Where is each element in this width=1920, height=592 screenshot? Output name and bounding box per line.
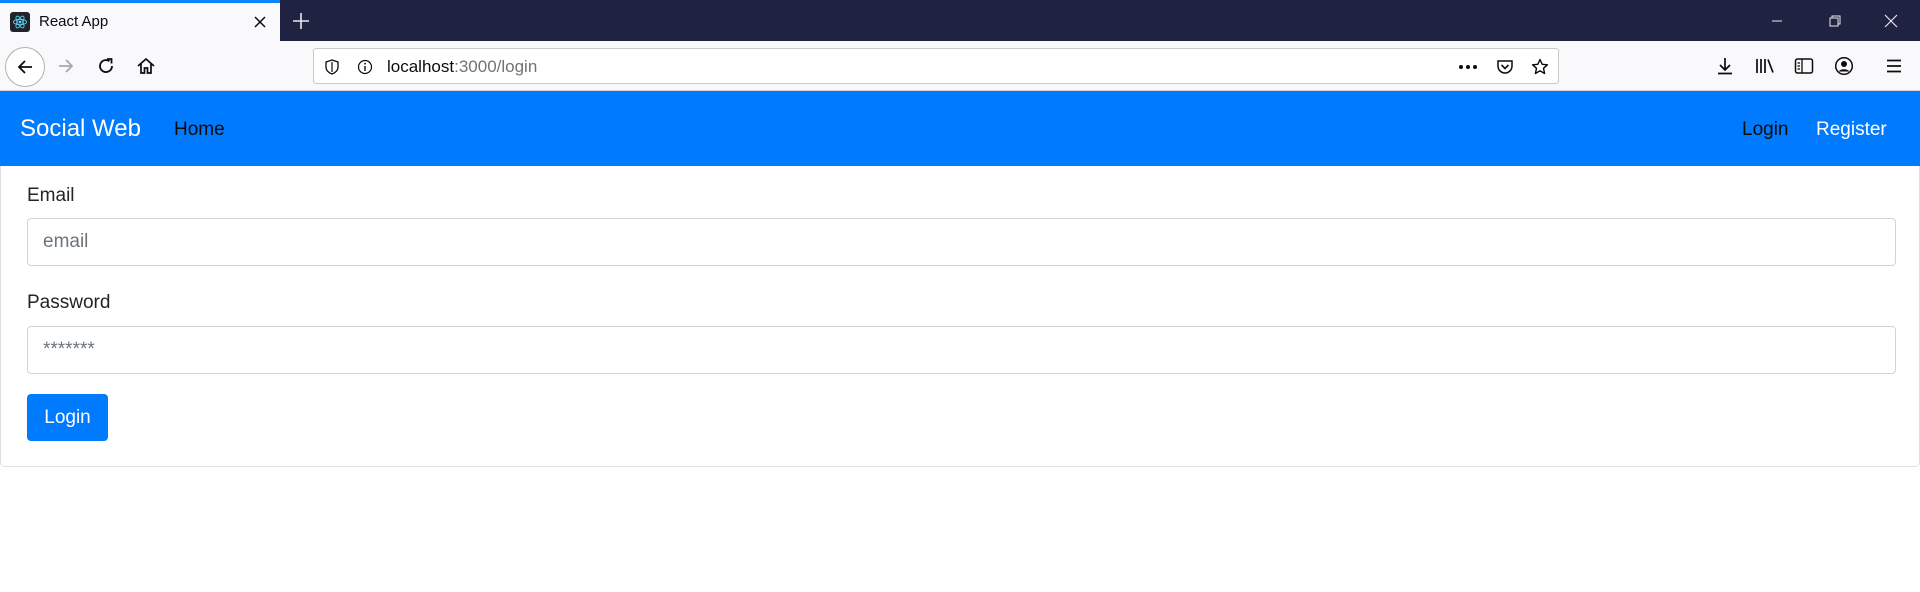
restore-icon[interactable] [1806, 0, 1864, 41]
site-info-icon[interactable] [354, 56, 376, 78]
browser-tab[interactable]: React App [0, 0, 280, 41]
app-navbar: Social Web Home Login Register [0, 91, 1920, 166]
sidebar-icon[interactable] [1788, 50, 1820, 82]
more-dots-icon[interactable] [1457, 56, 1479, 78]
window-close-icon[interactable] [1862, 0, 1920, 41]
url-path: :3000/login [454, 57, 538, 76]
react-atom-icon [10, 12, 30, 32]
forward-arrow-icon[interactable] [50, 50, 82, 82]
nav-link-register[interactable]: Register [1816, 119, 1887, 141]
new-tab-plus-icon[interactable] [288, 8, 314, 34]
home-icon[interactable] [130, 50, 162, 82]
reload-icon[interactable] [90, 50, 122, 82]
pocket-icon[interactable] [1494, 56, 1516, 78]
email-input[interactable] [27, 218, 1896, 266]
url-bar[interactable]: localhost:3000/login [313, 48, 1559, 84]
bookmark-star-icon[interactable] [1529, 56, 1551, 78]
login-form-card: Email Password Login [0, 166, 1920, 467]
browser-tab-strip: React App [0, 0, 1920, 41]
tab-title: React App [39, 13, 109, 30]
tracking-shield-icon[interactable] [321, 56, 343, 78]
account-icon[interactable] [1828, 50, 1860, 82]
login-submit-button[interactable]: Login [27, 394, 108, 441]
url-text: localhost:3000/login [387, 57, 537, 77]
password-label: Password [27, 292, 111, 313]
library-icon[interactable] [1749, 50, 1781, 82]
minimize-icon[interactable] [1748, 0, 1806, 41]
back-arrow-icon[interactable] [5, 47, 45, 87]
url-host: localhost [387, 57, 455, 76]
email-label: Email [27, 185, 75, 206]
download-icon[interactable] [1709, 50, 1741, 82]
tab-close-icon[interactable] [250, 12, 270, 32]
password-input[interactable] [27, 326, 1896, 374]
browser-toolbar: localhost:3000/login [0, 41, 1920, 91]
navbar-brand[interactable]: Social Web [20, 115, 141, 143]
nav-link-home[interactable]: Home [174, 119, 225, 141]
menu-hamburger-icon[interactable] [1878, 50, 1910, 82]
nav-link-login[interactable]: Login [1742, 119, 1789, 141]
